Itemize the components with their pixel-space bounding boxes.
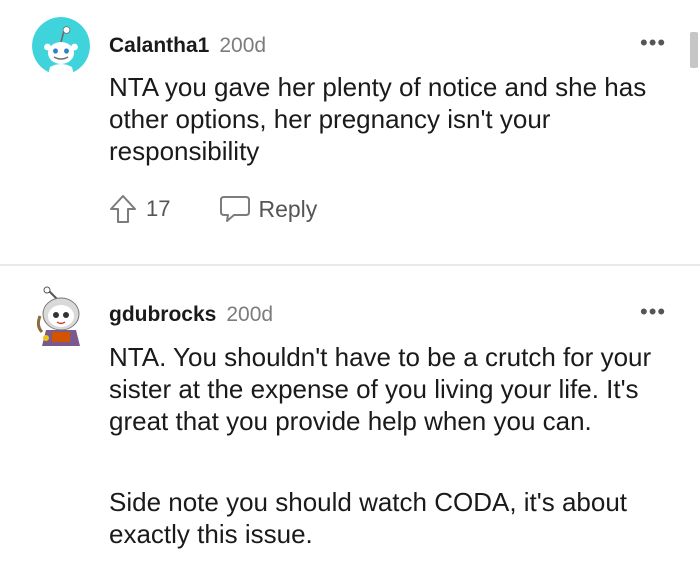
more-options-icon[interactable]: ••• [640,32,666,54]
custom-snoo-avatar-icon [36,286,80,346]
comment-meta: Calantha1 200d [109,34,266,58]
comment-text: NTA you gave her plenty of notice and sh… [109,72,647,166]
vote-count: 17 [146,196,171,221]
comment-meta: gdubrocks 200d [109,303,273,327]
reply-icon [220,196,251,222]
username[interactable]: gdubrocks [109,303,216,327]
comment: Calantha1 200d ••• NTA you gave her plen… [0,0,700,264]
more-options-icon[interactable]: ••• [640,301,666,323]
comment-age: 200d [226,303,274,326]
upvote-icon[interactable] [108,193,138,225]
user-avatar[interactable] [32,286,90,352]
comment-age: 200d [219,34,267,57]
reply-label: Reply [258,195,318,222]
reply-button[interactable]: Reply [218,193,317,225]
snoo-avatar-icon [32,17,90,75]
scrollbar-thumb[interactable] [690,32,698,68]
comment-text: NTA. You shouldn't have to be a crutch f… [109,342,652,436]
comment: gdubrocks 200d ••• NTA. You shouldn't ha… [0,266,700,571]
comment-text: Side note you should watch CODA, it's ab… [109,487,628,549]
user-avatar[interactable] [32,17,90,75]
comment-actions: 17 Reply [108,193,317,225]
username[interactable]: Calantha1 [109,34,209,58]
